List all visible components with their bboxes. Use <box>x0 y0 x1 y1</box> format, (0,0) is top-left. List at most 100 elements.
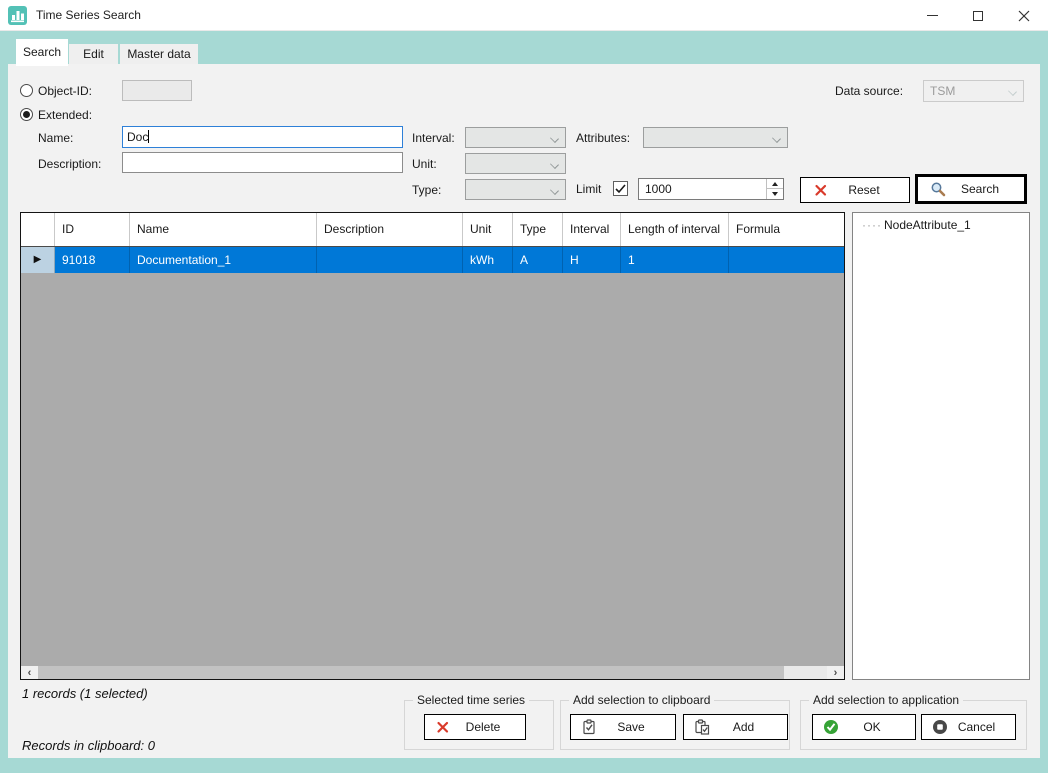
row-marker-icon: ▶ <box>34 247 42 273</box>
column-header-name[interactable]: Name <box>130 213 317 246</box>
add-button[interactable]: Add <box>683 714 788 740</box>
interval-label: Interval: <box>412 131 455 146</box>
attributes-label: Attributes: <box>576 131 630 146</box>
extended-radio[interactable] <box>20 108 33 121</box>
column-header-unit[interactable]: Unit <box>463 213 513 246</box>
chevron-down-icon <box>550 134 559 143</box>
cell-id[interactable]: 91018 <box>55 247 130 273</box>
attribute-tree-panel[interactable]: ····NodeAttribute_1 <box>852 212 1030 680</box>
object-id-label: Object-ID: <box>38 84 92 99</box>
grid-corner-cell <box>21 213 55 246</box>
limit-label: Limit <box>576 182 601 197</box>
row-selector-cell[interactable]: ▶ <box>21 247 55 273</box>
minimize-icon <box>927 15 938 16</box>
text-caret <box>148 130 149 143</box>
minimize-button[interactable] <box>910 0 955 31</box>
chevron-down-icon <box>1008 87 1017 96</box>
description-label: Description: <box>38 157 101 172</box>
column-header-formula[interactable]: Formula <box>729 213 844 246</box>
scroll-left-icon[interactable]: ‹ <box>21 666 38 679</box>
group-title: Add selection to application <box>809 693 963 707</box>
limit-input[interactable]: 1000 <box>638 178 784 200</box>
attributes-dropdown[interactable] <box>643 127 788 148</box>
interval-dropdown[interactable] <box>465 127 566 148</box>
spin-down-icon[interactable] <box>767 189 783 199</box>
reset-label: Reset <box>829 183 899 197</box>
tab-edit[interactable]: Edit <box>69 44 118 64</box>
delete-button[interactable]: Delete <box>424 714 526 740</box>
group-title: Selected time series <box>413 693 529 707</box>
grid-empty-area <box>21 273 844 666</box>
column-header-interval[interactable]: Interval <box>563 213 621 246</box>
search-label: Search <box>946 182 1014 196</box>
data-source-label: Data source: <box>835 84 903 99</box>
table-row[interactable]: ▶ 91018 Documentation_1 kWh A H 1 <box>21 247 844 273</box>
column-header-length-of-interval[interactable]: Length of interval <box>621 213 729 246</box>
clipboard-check-icon <box>581 719 597 735</box>
tab-search[interactable]: Search <box>16 39 68 66</box>
limit-checkbox[interactable] <box>613 181 628 196</box>
save-button[interactable]: Save <box>570 714 676 740</box>
cell-length-of-interval[interactable]: 1 <box>621 247 729 273</box>
maximize-button[interactable] <box>955 0 1000 31</box>
close-icon <box>1018 10 1030 22</box>
close-button[interactable] <box>1001 0 1046 31</box>
clipboard-status: Records in clipboard: 0 <box>22 738 155 753</box>
column-header-id[interactable]: ID <box>55 213 130 246</box>
results-grid[interactable]: ID Name Description Unit Type Interval L… <box>20 212 845 680</box>
tree-item-label: NodeAttribute_1 <box>884 218 971 232</box>
type-dropdown[interactable] <box>465 179 566 200</box>
scroll-right-icon[interactable]: › <box>827 666 844 679</box>
tree-item-nodeattribute[interactable]: ····NodeAttribute_1 <box>853 213 1029 232</box>
ok-check-icon <box>823 719 839 735</box>
clipboard-paste-icon <box>694 719 710 735</box>
type-label: Type: <box>412 183 441 198</box>
cell-interval[interactable]: H <box>563 247 621 273</box>
search-icon <box>930 181 946 197</box>
cell-type[interactable]: A <box>513 247 563 273</box>
unit-label: Unit: <box>412 157 437 172</box>
limit-spinner[interactable] <box>766 179 783 199</box>
name-value: Doc <box>127 130 148 144</box>
check-icon <box>615 184 626 194</box>
cancel-button[interactable]: Cancel <box>921 714 1016 740</box>
ok-button[interactable]: OK <box>812 714 916 740</box>
tab-master-data[interactable]: Master data <box>120 44 198 64</box>
description-input[interactable] <box>122 152 403 173</box>
chevron-down-icon <box>550 160 559 169</box>
maximize-icon <box>973 11 983 21</box>
name-input[interactable]: Doc <box>122 126 403 148</box>
radio-dot <box>23 111 30 118</box>
tree-branch-icon: ···· <box>862 218 882 232</box>
cancel-label: Cancel <box>948 720 1005 734</box>
cell-unit[interactable]: kWh <box>463 247 513 273</box>
data-source-value: TSM <box>930 84 955 98</box>
chevron-down-icon <box>550 186 559 195</box>
app-icon <box>8 6 27 25</box>
window-title: Time Series Search <box>36 0 141 31</box>
name-label: Name: <box>38 131 73 146</box>
reset-button[interactable]: Reset <box>800 177 910 203</box>
cell-name[interactable]: Documentation_1 <box>130 247 317 273</box>
unit-dropdown[interactable] <box>465 153 566 174</box>
scrollbar-thumb[interactable] <box>38 666 784 679</box>
delete-label: Delete <box>451 720 515 734</box>
column-header-type[interactable]: Type <box>513 213 563 246</box>
chevron-down-icon <box>772 134 781 143</box>
search-button[interactable]: Search <box>915 174 1027 204</box>
records-status: 1 records (1 selected) <box>22 686 148 701</box>
column-header-description[interactable]: Description <box>317 213 463 246</box>
spin-up-icon[interactable] <box>767 179 783 189</box>
object-id-radio[interactable] <box>20 84 33 97</box>
horizontal-scrollbar[interactable]: ‹ › <box>21 666 844 679</box>
red-x-icon <box>435 719 451 735</box>
extended-label: Extended: <box>38 108 92 123</box>
red-x-icon <box>813 182 829 198</box>
cell-formula[interactable] <box>729 247 844 273</box>
grid-header-row: ID Name Description Unit Type Interval L… <box>21 213 844 247</box>
add-label: Add <box>710 720 777 734</box>
ok-label: OK <box>839 720 905 734</box>
cell-description[interactable] <box>317 247 463 273</box>
data-source-dropdown[interactable]: TSM <box>923 80 1024 102</box>
object-id-input[interactable] <box>122 80 192 101</box>
